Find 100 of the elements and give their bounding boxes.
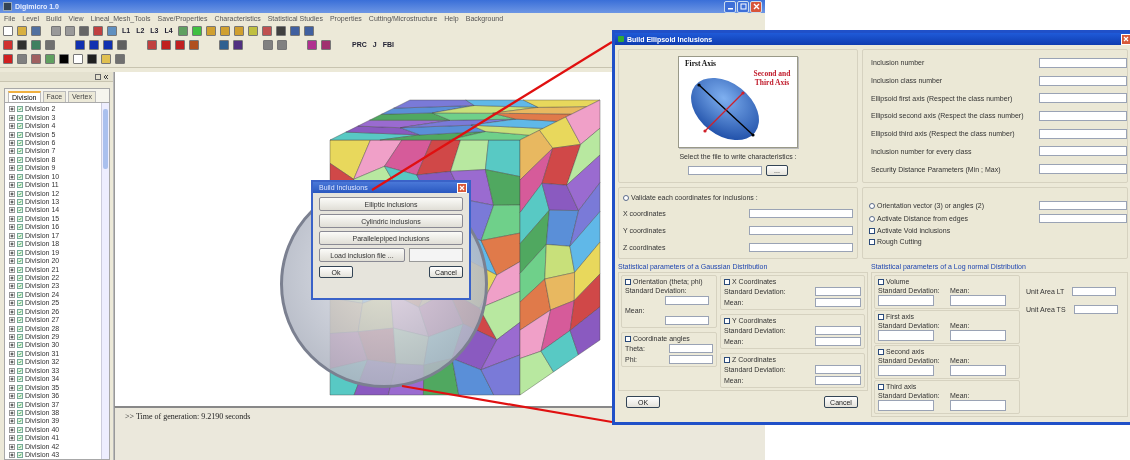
scrollbar[interactable] [101, 103, 109, 459]
text-field[interactable] [1039, 164, 1127, 175]
text-field[interactable] [815, 326, 861, 335]
checkbox[interactable] [17, 165, 23, 172]
close-button[interactable] [750, 0, 762, 13]
expand-box-icon[interactable] [9, 291, 15, 298]
text-field[interactable] [815, 287, 861, 296]
text-field[interactable] [1039, 93, 1127, 104]
checkbox[interactable] [17, 114, 23, 121]
text-field[interactable] [1072, 287, 1117, 296]
checkbox[interactable] [17, 199, 23, 206]
checkbox[interactable] [878, 348, 884, 355]
checkbox[interactable] [17, 376, 23, 383]
checkbox[interactable] [17, 106, 23, 113]
checkbox[interactable] [724, 356, 730, 363]
text-field[interactable] [1039, 110, 1127, 121]
pin-icon[interactable] [95, 73, 101, 80]
expand-box-icon[interactable] [9, 258, 15, 265]
expand-box-icon[interactable] [9, 173, 15, 180]
checkbox[interactable] [869, 238, 875, 245]
checkbox[interactable] [878, 383, 884, 390]
tool-icon[interactable] [103, 39, 113, 50]
checkbox[interactable] [17, 452, 23, 459]
checkbox[interactable] [17, 409, 23, 416]
checkbox[interactable] [869, 227, 875, 234]
expand-box-icon[interactable] [9, 224, 15, 231]
checkbox[interactable] [17, 241, 23, 248]
expand-box-icon[interactable] [9, 249, 15, 256]
checkbox[interactable] [17, 384, 23, 391]
checkbox[interactable] [17, 224, 23, 231]
checkbox[interactable] [17, 156, 23, 163]
checkbox[interactable] [17, 190, 23, 197]
text-field[interactable] [749, 226, 853, 235]
expand-box-icon[interactable] [9, 334, 15, 341]
expand-box-icon[interactable] [9, 274, 15, 281]
checkbox[interactable] [17, 249, 23, 256]
checkbox[interactable] [17, 291, 23, 298]
expand-box-icon[interactable] [9, 266, 15, 273]
checkbox[interactable] [17, 182, 23, 189]
expand-box-icon[interactable] [9, 123, 15, 130]
tool-icon[interactable] [17, 39, 27, 50]
text-field[interactable] [815, 365, 861, 374]
expand-box-icon[interactable] [9, 241, 15, 248]
checkbox[interactable] [17, 274, 23, 281]
checkbox[interactable] [17, 207, 23, 214]
tool-icon[interactable] [89, 39, 99, 50]
checkbox[interactable] [17, 426, 23, 433]
radio-button[interactable] [869, 202, 875, 209]
expand-box-icon[interactable] [9, 190, 15, 197]
checkbox[interactable] [17, 418, 23, 425]
expand-box-icon[interactable] [9, 106, 15, 113]
checkbox[interactable] [878, 278, 884, 285]
expand-box-icon[interactable] [9, 359, 15, 366]
expand-box-icon[interactable] [9, 182, 15, 189]
checkbox[interactable] [17, 350, 23, 357]
checkbox[interactable] [17, 325, 23, 332]
radio-button[interactable] [623, 194, 629, 201]
expand-box-icon[interactable] [9, 232, 15, 239]
checkbox[interactable] [17, 435, 23, 442]
expand-box-icon[interactable] [9, 452, 15, 459]
expand-box-icon[interactable] [9, 376, 15, 383]
text-field[interactable] [669, 355, 713, 364]
expand-box-icon[interactable] [9, 435, 15, 442]
radio-button[interactable] [869, 215, 875, 222]
expand-box-icon[interactable] [9, 131, 15, 138]
checkbox[interactable] [17, 232, 23, 239]
checkbox[interactable] [17, 334, 23, 341]
checkbox[interactable] [17, 393, 23, 400]
text-field[interactable] [1039, 57, 1127, 68]
text-field[interactable] [665, 296, 709, 305]
text-field[interactable] [1039, 201, 1127, 210]
checkbox[interactable] [17, 317, 23, 324]
text-field[interactable] [878, 330, 934, 341]
expand-box-icon[interactable] [9, 401, 15, 408]
text-field[interactable] [878, 365, 934, 376]
tool-icon[interactable] [59, 53, 69, 64]
expand-box-icon[interactable] [9, 350, 15, 357]
checkbox[interactable] [17, 283, 23, 290]
text-field[interactable] [878, 295, 934, 306]
expand-box-icon[interactable] [9, 300, 15, 307]
expand-box-icon[interactable] [9, 409, 15, 416]
checkbox[interactable] [17, 148, 23, 155]
expand-box-icon[interactable] [9, 418, 15, 425]
expand-box-icon[interactable] [9, 367, 15, 374]
text-field[interactable] [878, 400, 934, 411]
tool-icon[interactable] [233, 39, 243, 50]
expand-box-icon[interactable] [9, 139, 15, 146]
text-field[interactable] [950, 330, 1006, 341]
checkbox[interactable] [17, 139, 23, 146]
checkbox[interactable] [724, 278, 730, 285]
expand-box-icon[interactable] [9, 342, 15, 349]
checkbox[interactable] [17, 258, 23, 265]
minimize-button[interactable] [724, 0, 736, 13]
text-field[interactable] [665, 316, 709, 325]
checkbox[interactable] [17, 367, 23, 374]
checkbox[interactable] [17, 300, 23, 307]
checkbox[interactable] [878, 313, 884, 320]
tool-icon[interactable] [87, 53, 97, 64]
text-field[interactable] [749, 209, 853, 218]
expand-box-icon[interactable] [9, 443, 15, 450]
